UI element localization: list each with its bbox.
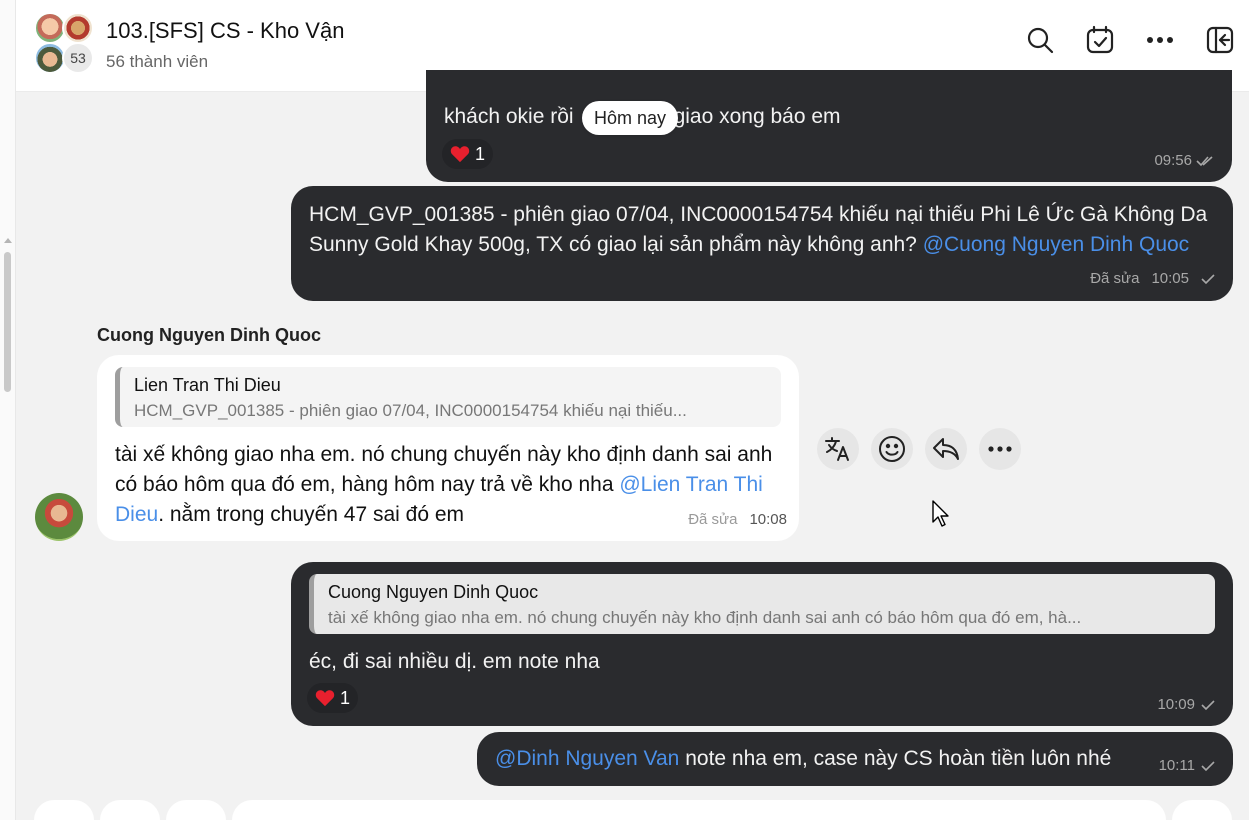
edited-label: Đã sửa (688, 511, 738, 528)
message-bubble[interactable]: khách okie rồi giao xong báo em 1 09:56 (426, 70, 1232, 182)
quote-text: tài xế không giao nha em. nó chung chuyế… (328, 608, 1082, 627)
translate-icon[interactable] (817, 428, 859, 470)
quoted-message[interactable]: Cuong Nguyen Dinh Quoc tài xế không giao… (309, 574, 1215, 634)
message-time: 10:11 (1158, 757, 1195, 774)
more-icon[interactable] (979, 428, 1021, 470)
voice-button[interactable] (166, 800, 226, 820)
search-icon[interactable] (1022, 22, 1058, 58)
check-icon (1201, 760, 1215, 771)
emoji-icon[interactable] (871, 428, 913, 470)
mention-link[interactable]: @Cuong Nguyen Dinh Quoc (923, 233, 1189, 256)
scroll-up-arrow[interactable] (4, 238, 12, 243)
message-text: note nha em, case này CS hoàn tiền luôn … (679, 747, 1112, 770)
reaction-count: 1 (340, 687, 351, 708)
message-input[interactable] (232, 800, 1166, 820)
collapse-panel-icon[interactable] (1202, 22, 1238, 58)
message-text: éc, đi sai nhiều dị. em note nha (309, 650, 600, 673)
message-text: . nằm trong chuyến 47 sai đó em (158, 503, 465, 526)
message-text: khách okie rồi (444, 105, 574, 128)
message-text: giao xong báo em (673, 105, 841, 128)
message-time: 09:56 (1154, 152, 1192, 169)
quoted-message[interactable]: Lien Tran Thi Dieu HCM_GVP_001385 - phiê… (115, 367, 781, 427)
reaction-badge[interactable]: 1 (442, 139, 494, 169)
mention-link[interactable]: @Dinh Nguyen Van (495, 747, 679, 770)
message-time: 10:08 (749, 511, 787, 528)
sender-name[interactable]: Cuong Nguyen Dinh Quoc (97, 325, 321, 346)
double-check-icon (1196, 155, 1213, 166)
message-bubble[interactable]: @Dinh Nguyen Van note nha em, case này C… (477, 732, 1233, 786)
reply-icon[interactable] (925, 428, 967, 470)
member-avatar (62, 12, 94, 44)
date-separator: Hôm nay (582, 101, 679, 135)
quote-author: Lien Tran Thi Dieu (134, 375, 281, 395)
heart-icon (450, 146, 470, 163)
more-icon[interactable] (1142, 22, 1178, 58)
scrollbar-thumb[interactable] (4, 252, 11, 392)
heart-icon (315, 690, 335, 707)
calendar-check-icon[interactable] (1082, 22, 1118, 58)
quote-text: HCM_GVP_001385 - phiên giao 07/04, INC00… (134, 401, 687, 420)
member-count-badge: 53 (62, 42, 94, 74)
reaction-badge[interactable]: 1 (307, 683, 359, 713)
message-time: 10:05 (1151, 270, 1189, 287)
sender-avatar[interactable] (35, 493, 83, 541)
left-panel-edge (0, 0, 16, 820)
message-bubble[interactable]: Lien Tran Thi Dieu HCM_GVP_001385 - phiê… (97, 355, 799, 541)
check-icon (1201, 699, 1215, 710)
edited-label: Đã sửa (1090, 270, 1140, 287)
quote-author: Cuong Nguyen Dinh Quoc (328, 582, 539, 602)
group-title[interactable]: 103.[SFS] CS - Kho Vận (106, 18, 344, 44)
check-icon (1201, 273, 1215, 284)
mouse-cursor-icon (932, 500, 949, 527)
group-avatar[interactable]: 53 (34, 12, 94, 74)
send-button[interactable] (1172, 800, 1232, 820)
attach-button[interactable] (34, 800, 94, 820)
reaction-count: 1 (475, 143, 486, 164)
member-count[interactable]: 56 thành viên (106, 52, 208, 72)
message-bubble[interactable]: Cuong Nguyen Dinh Quoc tài xế không giao… (291, 562, 1233, 726)
message-time: 10:09 (1157, 696, 1195, 713)
image-button[interactable] (100, 800, 160, 820)
message-bubble[interactable]: HCM_GVP_001385 - phiên giao 07/04, INC00… (291, 186, 1233, 301)
